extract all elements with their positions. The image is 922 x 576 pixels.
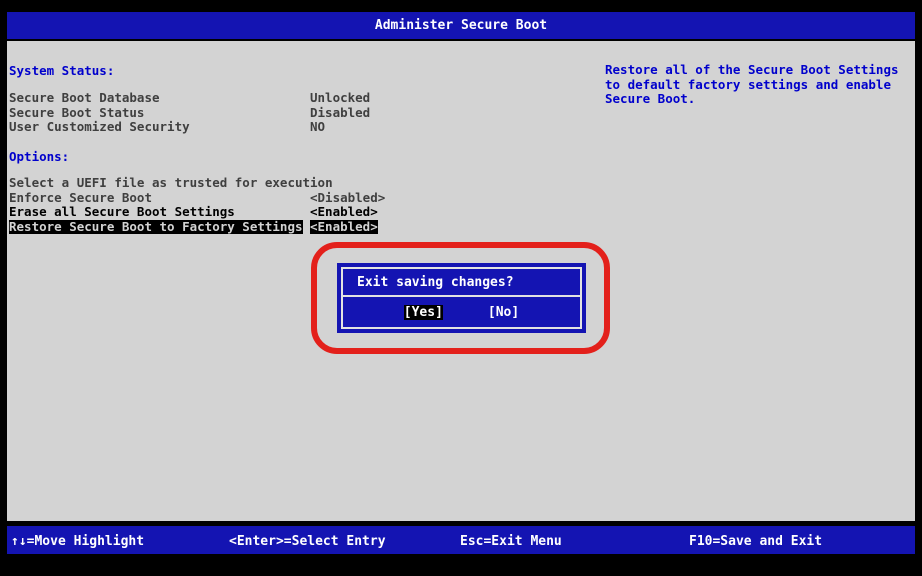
option-row-erase-settings[interactable]: Erase all Secure Boot Settings <Enabled>	[9, 205, 333, 220]
option-row-select-uefi-file[interactable]: Select a UEFI file as trusted for execut…	[9, 176, 333, 191]
help-line: Restore all of the Secure Boot Settings	[605, 63, 899, 78]
exit-dialog: Exit saving changes? [Yes] [No]	[337, 263, 586, 333]
footer-hint-move-highlight: ↑↓=Move Highlight	[11, 534, 144, 549]
option-value: <Disabled>	[310, 191, 385, 206]
footer-hint-exit-menu: Esc=Exit Menu	[460, 534, 562, 549]
system-status-heading: System Status:	[9, 63, 114, 78]
option-value: <Enabled>	[310, 205, 378, 220]
status-row: User Customized Security NO	[9, 120, 190, 135]
option-label: Select a UEFI file as trusted for execut…	[9, 176, 333, 191]
footer-bar: ↑↓=Move Highlight <Enter>=Select Entry E…	[7, 526, 915, 554]
yes-button[interactable]: [Yes]	[404, 305, 443, 320]
option-row-enforce-secure-boot[interactable]: Enforce Secure Boot <Disabled>	[9, 191, 333, 206]
exit-dialog-buttons: [Yes] [No]	[343, 297, 580, 327]
options-heading: Options:	[9, 149, 69, 164]
status-row: Secure Boot Database Unlocked	[9, 91, 190, 106]
status-label: Secure Boot Database	[9, 91, 160, 106]
exit-dialog-frame: Exit saving changes? [Yes] [No]	[341, 267, 582, 329]
exit-dialog-title: Exit saving changes?	[343, 269, 580, 297]
no-button[interactable]: [No]	[488, 305, 519, 320]
help-text: Restore all of the Secure Boot Settings …	[605, 63, 899, 107]
options-list: Select a UEFI file as trusted for execut…	[9, 176, 333, 234]
status-value: NO	[310, 120, 325, 135]
option-value: <Enabled>	[310, 220, 378, 235]
status-row: Secure Boot Status Disabled	[9, 106, 190, 121]
status-label: User Customized Security	[9, 120, 190, 135]
option-label: Restore Secure Boot to Factory Settings	[9, 220, 303, 235]
help-line: Secure Boot.	[605, 92, 899, 107]
option-row-restore-factory-settings[interactable]: Restore Secure Boot to Factory Settings …	[9, 220, 333, 235]
help-line: to default factory settings and enable	[605, 78, 899, 93]
status-value: Unlocked	[310, 91, 370, 106]
page-title: Administer Secure Boot	[375, 18, 547, 33]
option-label: Erase all Secure Boot Settings	[9, 205, 235, 220]
status-value: Disabled	[310, 106, 370, 121]
system-status-list: Secure Boot Database Unlocked Secure Boo…	[9, 91, 190, 135]
title-bar: Administer Secure Boot	[7, 12, 915, 39]
footer-hint-select-entry: <Enter>=Select Entry	[229, 534, 386, 549]
option-label: Enforce Secure Boot	[9, 191, 152, 206]
footer-hint-save-and-exit: F10=Save and Exit	[689, 534, 822, 549]
status-label: Secure Boot Status	[9, 106, 144, 121]
